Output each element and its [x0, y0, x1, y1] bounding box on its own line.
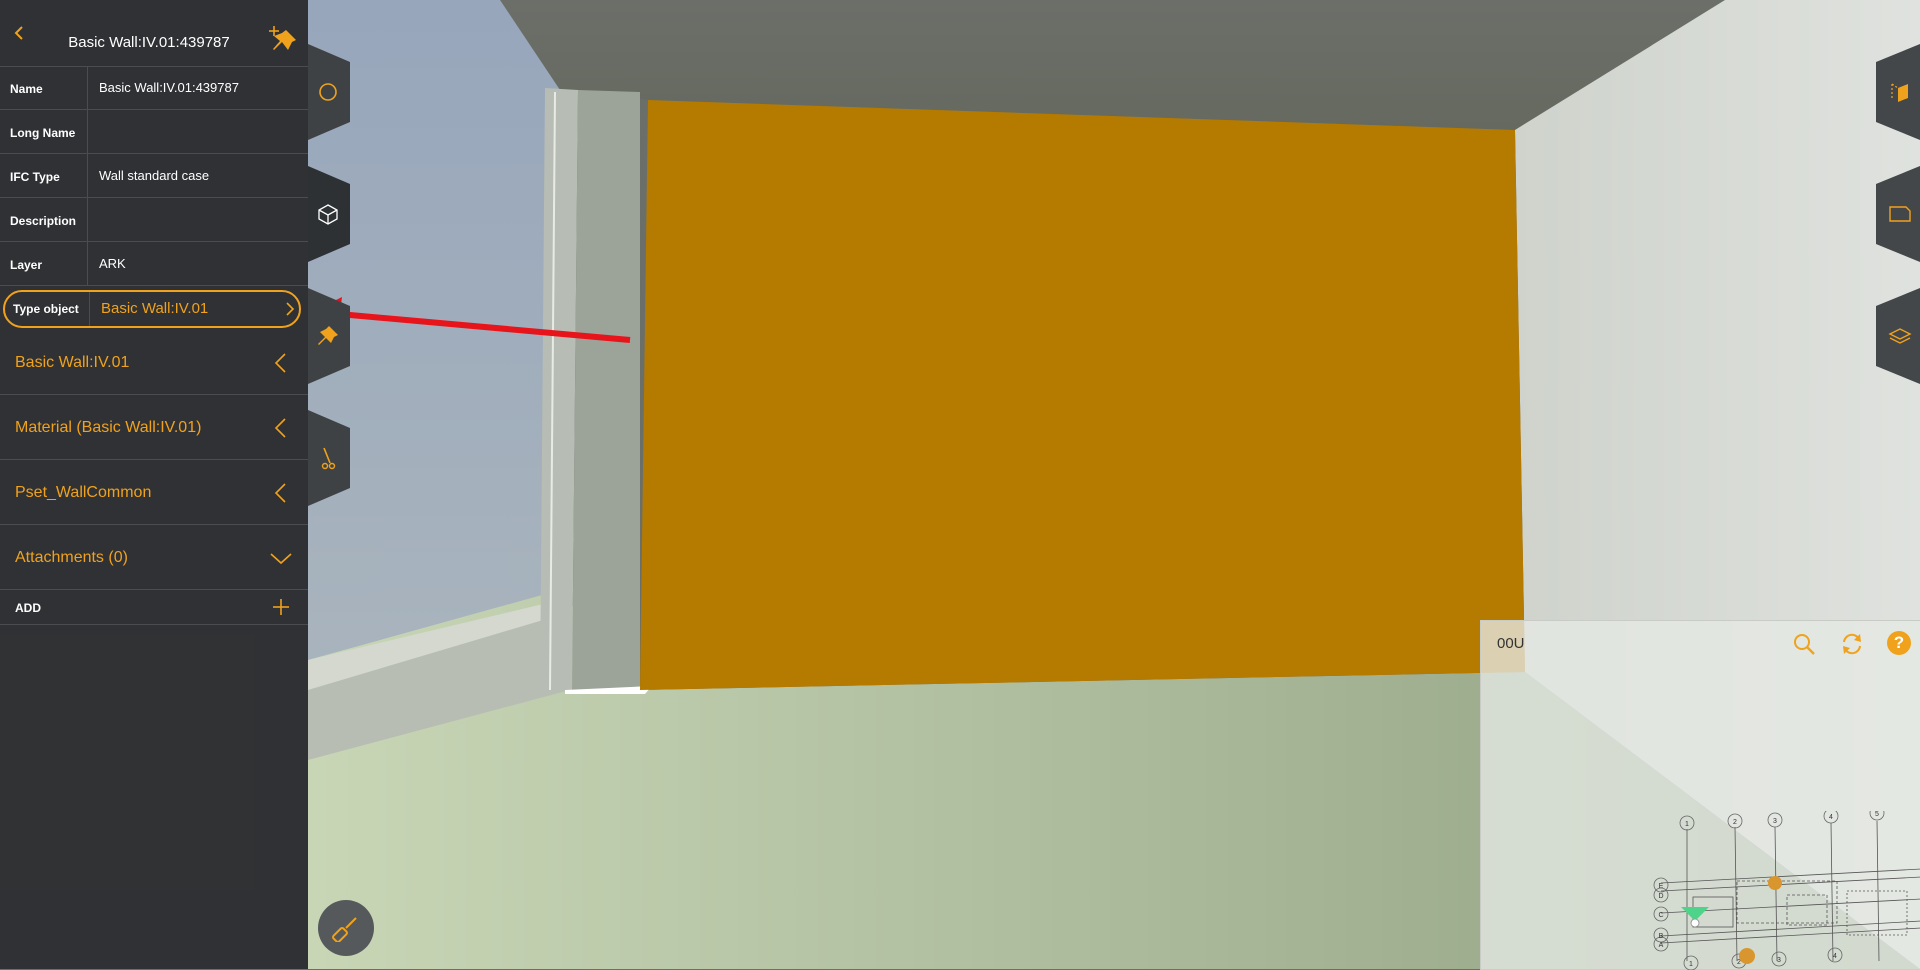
properties-panel: Basic Wall:IV.01:439787 Name Basic Wall:… — [0, 0, 308, 969]
chevron-left-icon — [274, 483, 286, 503]
search-icon[interactable] — [1791, 631, 1817, 657]
section-pset-wallcommon[interactable]: Pset_WallCommon — [0, 460, 308, 525]
property-row-ifc-type: IFC Type Wall standard case — [0, 154, 308, 198]
section-label: Basic Wall:IV.01 — [15, 354, 130, 371]
help-icon[interactable]: ? — [1887, 631, 1911, 655]
tool-tab-cube[interactable] — [308, 166, 350, 262]
panel-header: Basic Wall:IV.01:439787 — [0, 0, 308, 67]
property-label: Name — [10, 82, 43, 96]
camera-position-marker — [1690, 918, 1700, 928]
refresh-icon[interactable] — [1839, 631, 1865, 657]
chevron-down-icon — [270, 553, 292, 565]
pin-marker — [1739, 948, 1755, 964]
tool-tab-view-cube[interactable] — [1876, 44, 1920, 140]
view-cube-icon — [1891, 83, 1908, 102]
layers-icon — [1888, 328, 1912, 344]
screwdriver-icon — [332, 917, 357, 942]
section-material[interactable]: Material (Basic Wall:IV.01) — [0, 395, 308, 460]
section-cut-icon — [321, 447, 336, 470]
divider — [87, 154, 88, 197]
grid-label-top: 5 — [1875, 811, 1879, 818]
grid-label-top: 2 — [1733, 819, 1737, 826]
add-attachment-row[interactable]: ADD — [0, 590, 308, 625]
tool-tab-layers[interactable] — [1876, 288, 1920, 384]
section-basic-wall[interactable]: Basic Wall:IV.01 — [0, 330, 308, 395]
plus-icon[interactable] — [271, 597, 291, 617]
property-value: Wall standard case — [99, 168, 210, 183]
section-label: Attachments (0) — [15, 549, 128, 566]
divider — [87, 198, 88, 241]
tool-tab-sheet[interactable] — [1876, 166, 1920, 262]
add-label: ADD — [15, 601, 41, 615]
grid-label-left: D — [1658, 893, 1663, 900]
property-label: IFC Type — [10, 170, 60, 184]
floor-plan-minimap: 1 2 3 4 5 E D C B A 1 2 3 4 — [1653, 811, 1920, 970]
grid-label-left: B — [1659, 933, 1664, 940]
property-label: Long Name — [10, 126, 76, 140]
grid-label-top: 1 — [1685, 821, 1689, 828]
grid-label-bottom: 1 — [1689, 961, 1693, 968]
grid-label-bottom: 4 — [1833, 953, 1837, 960]
pin-icon — [318, 326, 338, 345]
annotation-arrow — [312, 297, 631, 343]
section-label: Pset_WallCommon — [15, 484, 152, 501]
divider — [87, 110, 88, 153]
grid-label-left: A — [1659, 942, 1664, 949]
type-object-label: Type object — [13, 302, 79, 316]
section-label: Material (Basic Wall:IV.01) — [15, 419, 202, 436]
tool-tab-circle-select[interactable] — [308, 44, 350, 140]
chevron-left-icon — [274, 418, 286, 438]
chevron-left-icon — [274, 353, 286, 373]
property-label: Layer — [10, 258, 43, 272]
divider — [87, 66, 88, 109]
divider — [87, 242, 88, 285]
property-value: Basic Wall:IV.01:439787 — [99, 80, 239, 95]
minimap-level-label: 00U — [1497, 635, 1525, 652]
cube-icon — [318, 204, 338, 225]
property-row-description: Description — [0, 198, 308, 242]
grid-label-bottom: 3 — [1777, 957, 1781, 964]
panel-title: Basic Wall:IV.01:439787 — [68, 34, 230, 51]
grid-label-top: 4 — [1829, 814, 1833, 821]
add-pin-icon[interactable] — [268, 24, 300, 56]
property-row-name: Name Basic Wall:IV.01:439787 — [0, 66, 308, 110]
measure-tool-button[interactable] — [318, 900, 374, 956]
property-value: ARK — [99, 256, 126, 271]
sheet-icon — [1889, 206, 1911, 222]
property-row-layer: Layer ARK — [0, 242, 308, 286]
grid-label-left: C — [1658, 912, 1663, 919]
type-object-row[interactable]: Type object Basic Wall:IV.01 — [3, 290, 301, 328]
minimap[interactable]: 00U ? 1 2 3 4 5 E D C B A 1 2 3 4 — [1480, 620, 1920, 970]
back-chevron-icon[interactable] — [8, 22, 30, 44]
pin-marker — [1768, 876, 1782, 890]
property-label: Description — [10, 214, 77, 228]
type-object-value: Basic Wall:IV.01 — [101, 300, 209, 317]
property-row-long-name: Long Name — [0, 110, 308, 154]
grid-label-top: 3 — [1773, 818, 1777, 825]
chevron-right-icon — [286, 302, 295, 316]
tool-tab-pin[interactable] — [308, 288, 350, 384]
divider — [89, 292, 90, 326]
grid-label-left: E — [1659, 883, 1664, 890]
tool-tab-section-cut[interactable] — [308, 410, 350, 506]
circle-select-icon — [319, 83, 337, 101]
section-attachments[interactable]: Attachments (0) — [0, 525, 308, 590]
